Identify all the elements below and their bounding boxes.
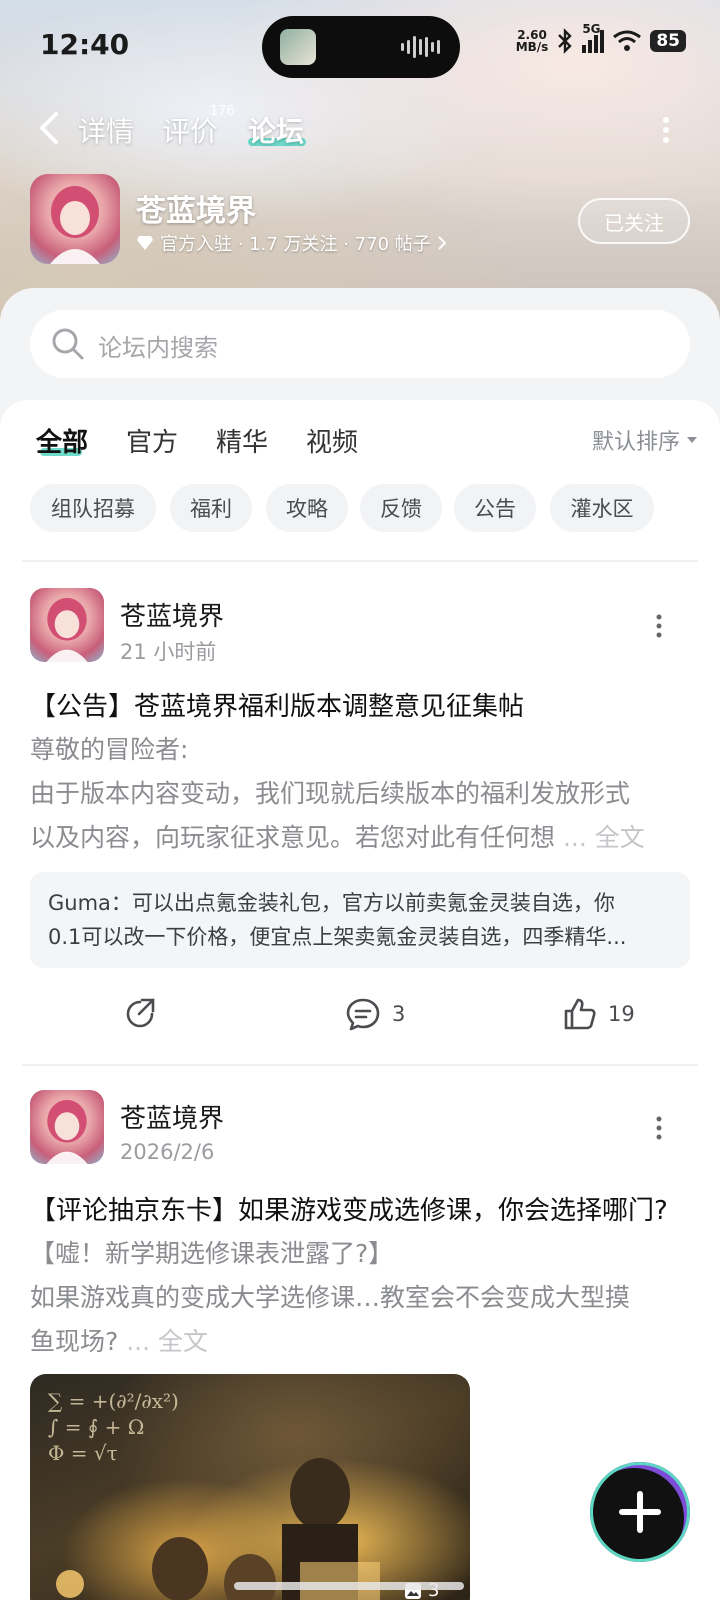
comment-button[interactable]: 3	[344, 996, 405, 1032]
read-more-link[interactable]: ... 全文	[563, 823, 645, 852]
status-time: 12:40	[40, 28, 130, 61]
like-button[interactable]: 19	[562, 996, 635, 1032]
post-more-icon[interactable]	[656, 614, 662, 638]
post-body-line: 以及内容，向玩家征求意见。若您对此有任何想 ... 全文	[30, 816, 680, 860]
reviews-count-badge: 176	[210, 104, 235, 119]
comment-line: 0.1可以改一下价格，便宜点上架卖氪金灵装自选，四季精华...	[48, 925, 627, 949]
game-name: 苍蓝境界	[136, 194, 256, 229]
top-comment-preview[interactable]: Guma：可以出点氪金装礼包，官方以前卖氪金灵装自选，你 0.1可以改一下价格，…	[30, 872, 690, 968]
chevron-right-icon	[438, 236, 447, 250]
search-placeholder: 论坛内搜索	[98, 334, 218, 362]
sort-label: 默认排序	[591, 430, 680, 455]
post-avatar[interactable]	[30, 1090, 104, 1164]
search-icon	[52, 328, 84, 360]
post-body-text: 鱼现场?	[30, 1327, 119, 1356]
signal-icon: 5G	[582, 22, 605, 53]
classroom-illustration	[56, 1458, 380, 1600]
tab-details[interactable]: 详情	[78, 110, 134, 150]
read-more-link[interactable]: ... 全文	[126, 1327, 208, 1356]
post-avatar[interactable]	[30, 588, 104, 662]
comment-count: 3	[392, 1002, 406, 1026]
post-author[interactable]: 苍蓝境界	[120, 596, 224, 633]
net-speed-unit: MB/s	[515, 40, 549, 54]
post-title[interactable]: 【评论抽京东卡】如果游戏变成选修课，你会选择哪门?	[30, 1190, 668, 1227]
game-icon[interactable]	[30, 174, 120, 264]
dynamic-island[interactable]	[262, 16, 460, 78]
bluetooth-icon	[558, 28, 573, 54]
plus-icon	[619, 1491, 661, 1533]
share-button[interactable]	[122, 996, 158, 1032]
media-thumbnail	[280, 29, 316, 65]
create-post-button[interactable]	[590, 1462, 690, 1562]
audio-wave-icon	[401, 36, 440, 58]
category-tab-all[interactable]: 全部	[36, 422, 88, 459]
more-menu-icon[interactable]	[662, 116, 670, 144]
post-body-line: 【嘘！新学期选修课表泄露了?】	[30, 1239, 394, 1268]
avatar-art	[46, 597, 88, 662]
status-icons: 2.60 MB/s 5G 85	[516, 22, 686, 54]
post-body-line: 如果游戏真的变成大学选修课…教室会不会变成大型摸	[30, 1283, 631, 1312]
avatar-art	[46, 1099, 88, 1164]
post-more-icon[interactable]	[656, 1116, 662, 1140]
chip-welfare[interactable]: 福利	[170, 484, 252, 532]
back-arrow-icon[interactable]	[34, 108, 64, 148]
post-body-text: 以及内容，向玩家征求意见。若您对此有任何想	[30, 823, 556, 852]
chip-announcement[interactable]: 公告	[454, 484, 536, 532]
chip-casual[interactable]: 灌水区	[550, 484, 654, 532]
like-count: 19	[608, 1002, 635, 1026]
category-tab-featured[interactable]: 精华	[216, 422, 268, 459]
post-title[interactable]: 【公告】苍蓝境界福利版本调整意见征集帖	[30, 686, 524, 723]
comment-line: Guma：可以出点氪金装礼包，官方以前卖氪金灵装自选，你	[48, 891, 615, 915]
post-image[interactable]: ∑ = +(∂²/∂x²) ∫ = ∮ + ΩΦ = √τ	[30, 1374, 470, 1600]
caret-down-icon	[687, 437, 697, 443]
post-body-line: 由于版本内容变动，我们现就后续版本的福利发放形式	[30, 779, 631, 808]
network-type: 5G	[582, 21, 601, 36]
chip-guides[interactable]: 攻略	[266, 484, 348, 532]
chip-feedback[interactable]: 反馈	[360, 484, 442, 532]
tab-forum[interactable]: 论坛	[248, 110, 304, 150]
post-body-line: 鱼现场? ... 全文	[30, 1320, 680, 1364]
post-body-line: 尊敬的冒险者:	[30, 735, 189, 764]
battery-indicator: 85	[650, 30, 686, 52]
sort-dropdown[interactable]: 默认排序	[592, 424, 698, 456]
comment-icon	[346, 998, 380, 1031]
wifi-icon	[613, 30, 642, 51]
post-time: 2026/2/6	[120, 1140, 215, 1164]
share-icon	[126, 998, 155, 1028]
category-tab-video[interactable]: 视频	[306, 422, 358, 459]
diamond-icon	[137, 236, 153, 250]
post-body[interactable]: 尊敬的冒险者: 由于版本内容变动，我们现就后续版本的福利发放形式 以及内容，向玩…	[30, 728, 680, 860]
divider	[22, 560, 698, 562]
divider	[22, 1064, 698, 1066]
follow-button[interactable]: 已关注	[578, 198, 690, 244]
category-tab-official[interactable]: 官方	[126, 422, 178, 459]
post-time: 21 小时前	[120, 640, 217, 664]
thumbs-up-icon	[564, 998, 596, 1030]
post-author[interactable]: 苍蓝境界	[120, 1098, 224, 1135]
game-character-art	[50, 186, 100, 264]
game-meta-text: 官方入驻 · 1.7 万关注 · 770 帖子	[160, 234, 431, 255]
post-body[interactable]: 【嘘！新学期选修课表泄露了?】 如果游戏真的变成大学选修课…教室会不会变成大型摸…	[30, 1232, 680, 1364]
home-indicator[interactable]	[234, 1582, 464, 1590]
game-meta[interactable]: 官方入驻 · 1.7 万关注 · 770 帖子	[136, 230, 447, 256]
net-speed: 2.60 MB/s	[516, 29, 549, 53]
chip-team-recruit[interactable]: 组队招募	[30, 484, 156, 532]
